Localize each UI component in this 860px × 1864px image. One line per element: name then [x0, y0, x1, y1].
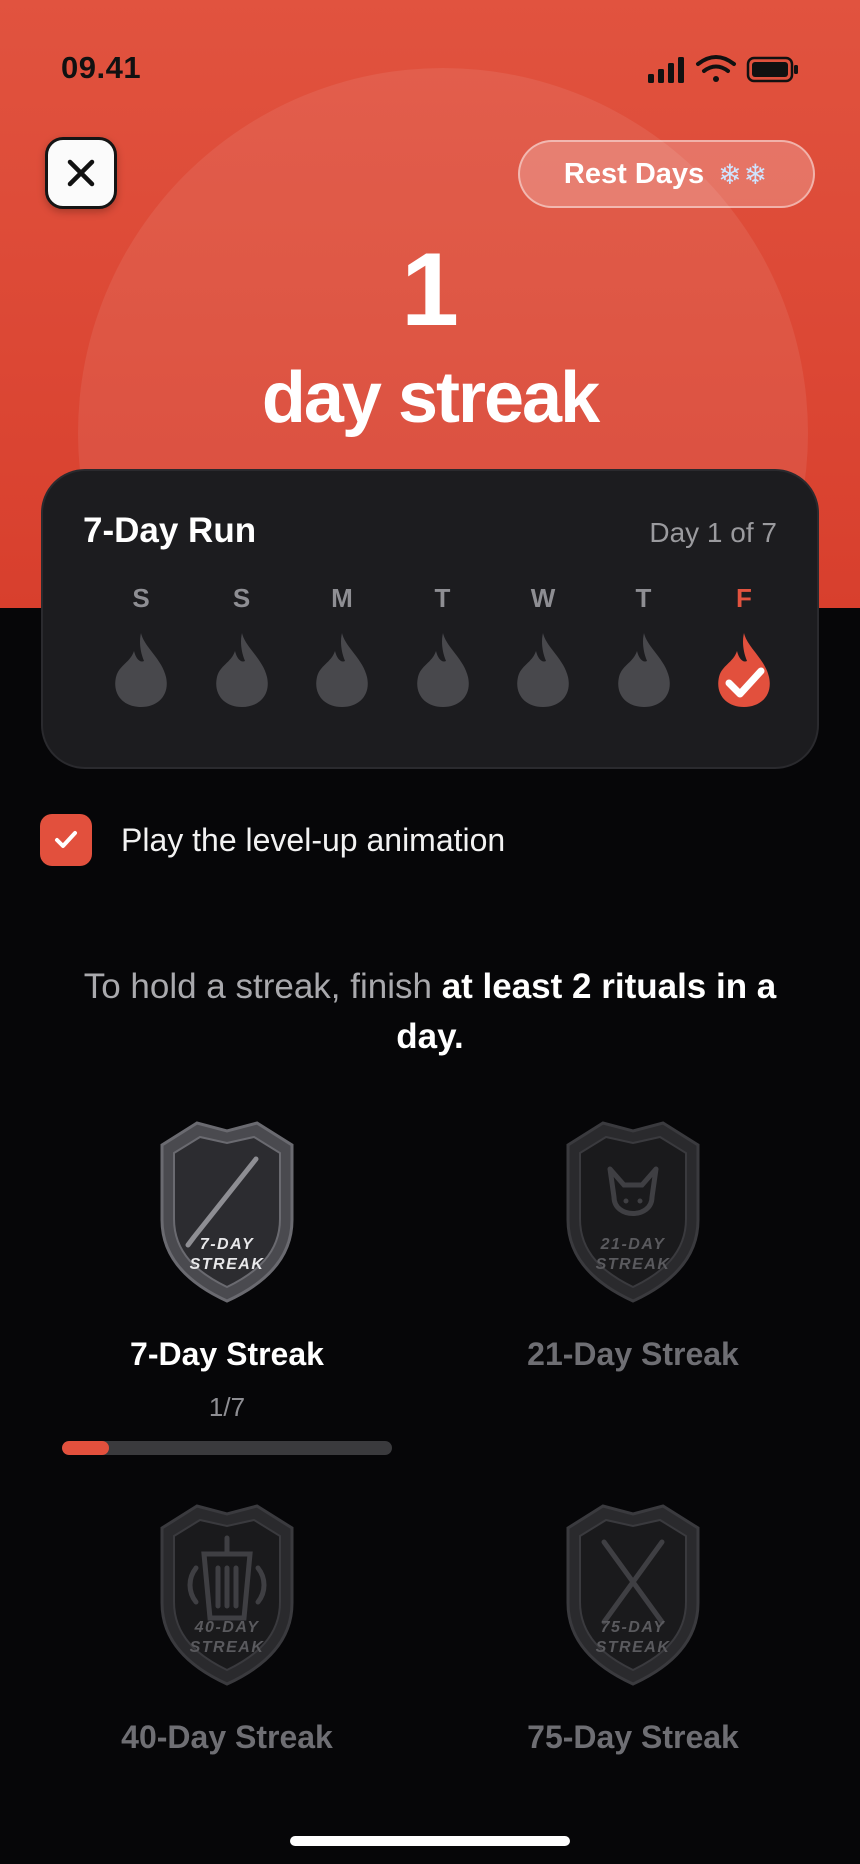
status-time: 09.41: [61, 50, 142, 85]
shield-icon: 40-DAY STREAK: [160, 1504, 294, 1686]
badge-0[interactable]: 7-DAY STREAK: [152, 1115, 302, 1305]
badge-name: 40-Day Streak: [121, 1719, 333, 1755]
badge-text: 40-DAY: [194, 1619, 260, 1636]
info-emphasis: at least 2 rituals in a day.: [396, 967, 777, 1056]
day-letter: F: [736, 583, 752, 613]
rest-days-button[interactable]: Rest Days ❄❄: [518, 140, 815, 208]
battery-icon: [746, 56, 798, 83]
badge-name: 21-Day Streak: [527, 1336, 739, 1372]
streak-label: day streak: [261, 358, 600, 438]
run-progress: Day 1 of 7: [649, 517, 777, 548]
badge-3[interactable]: 75-DAY STREAK: [558, 1498, 708, 1688]
badge-1[interactable]: 21-DAY STREAK: [558, 1115, 708, 1305]
badge-text: STREAK: [596, 1256, 671, 1273]
flame-icon: [115, 633, 167, 707]
day-5: T: [594, 583, 694, 714]
checkmark-icon: [55, 831, 77, 848]
wifi-icon: [696, 55, 736, 82]
flame-icon: [517, 633, 569, 707]
flame-icon: [416, 633, 469, 707]
badge-name: 7-Day Streak: [130, 1336, 324, 1372]
day-letter: S: [232, 583, 251, 613]
badge-name: 75-Day Streak: [527, 1719, 739, 1755]
info-prefix: To hold a streak, finish: [83, 967, 442, 1006]
snowflake-icon: ❄❄: [718, 158, 770, 190]
animation-label: Play the level-up animation: [121, 822, 506, 858]
day-1: S: [192, 583, 292, 714]
streak-info: To hold a streak, finish at least 2 ritu…: [80, 962, 780, 1062]
day-4: W: [493, 583, 593, 714]
flame-icon: [617, 633, 670, 707]
day-3: T: [393, 583, 493, 714]
badge-text: STREAK: [190, 1639, 265, 1656]
badge-progress-bar: [62, 1441, 392, 1455]
day-letter: S: [132, 583, 150, 613]
badge-count: 1/7: [208, 1392, 246, 1422]
close-icon: [67, 159, 95, 187]
shield-icon: 75-DAY STREAK: [566, 1504, 700, 1686]
run-card: 7-Day Run Day 1 of 7 S S M T W T F: [41, 469, 819, 769]
badge-text: STREAK: [190, 1256, 265, 1273]
day-letter: T: [434, 583, 451, 613]
day-0: S: [91, 583, 191, 714]
signal-icon: [648, 57, 684, 83]
status-icons: [648, 55, 798, 83]
rest-days-label: Rest Days: [563, 157, 705, 190]
animation-checkbox[interactable]: [40, 814, 92, 866]
day-letter: W: [530, 583, 556, 613]
day-letter: M: [331, 583, 353, 613]
shield-icon: 21-DAY STREAK: [566, 1121, 700, 1303]
run-title: 7-Day Run: [83, 511, 257, 550]
flame-icon: [215, 633, 268, 707]
day-6: F: [694, 583, 794, 714]
badge-text: 75-DAY: [601, 1619, 666, 1636]
flame-check-icon: [718, 633, 770, 707]
close-button[interactable]: [45, 137, 117, 209]
badge-progress-fill: [62, 1441, 110, 1455]
badge-2[interactable]: 40-DAY STREAK: [152, 1498, 302, 1688]
home-indicator[interactable]: [290, 1836, 570, 1846]
day-2: M: [292, 583, 392, 714]
shield-icon: 7-DAY STREAK: [160, 1121, 294, 1303]
badge-text: STREAK: [596, 1639, 671, 1656]
badge-text: 7-DAY: [200, 1236, 254, 1253]
day-letter: T: [635, 583, 652, 613]
flame-icon: [316, 633, 368, 707]
badge-text: 21-DAY: [600, 1236, 666, 1253]
streak-count: 1: [401, 232, 459, 348]
